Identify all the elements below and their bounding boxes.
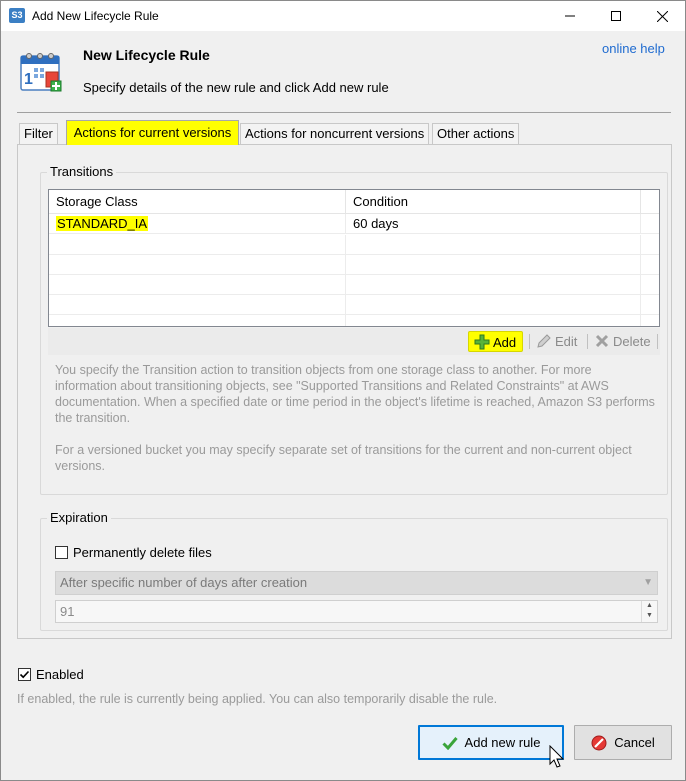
table-row-empty (49, 255, 659, 275)
permanently-delete-checkbox[interactable] (55, 546, 68, 559)
cell-storage-class: STANDARD_IA (49, 214, 346, 234)
transitions-grid: Storage Class Condition STANDARD_IA 60 d… (48, 189, 660, 327)
checkmark-icon (441, 736, 458, 750)
expiration-mode-value: After specific number of days after crea… (60, 575, 308, 590)
tab-other-actions[interactable]: Other actions (432, 123, 520, 145)
table-row-empty (49, 295, 659, 315)
empty-cell (49, 255, 346, 275)
expiration-group-title: Expiration (47, 510, 111, 525)
table-row-empty (49, 315, 659, 326)
permanently-delete-label: Permanently delete files (73, 545, 212, 560)
close-button[interactable] (639, 1, 685, 31)
delete-x-icon (595, 334, 609, 348)
delete-transition-button[interactable]: Delete (589, 331, 657, 352)
tab-filter[interactable]: Filter (19, 123, 58, 145)
table-row[interactable]: STANDARD_IA 60 days (49, 214, 659, 234)
cancel-button[interactable]: Cancel (574, 725, 672, 760)
cancel-icon (591, 735, 607, 750)
empty-cell (346, 255, 641, 275)
empty-cell (49, 275, 346, 295)
plus-icon (474, 334, 490, 350)
maximize-icon (611, 11, 621, 21)
permanently-delete-checkbox-row[interactable]: Permanently delete files (55, 545, 212, 560)
toolbar-separator (529, 334, 530, 349)
enabled-label: Enabled (36, 667, 84, 682)
header-subtitle: Specify details of the new rule and clic… (83, 80, 389, 95)
close-icon (656, 10, 668, 22)
expiration-mode-select: After specific number of days after crea… (55, 571, 658, 595)
online-help-link[interactable]: online help (602, 41, 665, 56)
grid-header: Storage Class Condition (49, 190, 659, 214)
column-header-storage-class[interactable]: Storage Class (49, 190, 346, 214)
spin-up-icon: ▲ (646, 602, 653, 609)
transitions-toolbar: Add Edit Delete (48, 328, 660, 355)
empty-cell (49, 315, 346, 326)
checkmark-icon (19, 670, 30, 679)
edit-label: Edit (555, 334, 578, 349)
versioned-bucket-help-text: For a versioned bucket you may specify s… (55, 443, 632, 473)
maximize-button[interactable] (593, 1, 639, 31)
enabled-checkbox[interactable] (18, 668, 31, 681)
app-icon: S3 (9, 8, 25, 23)
tab-actions-current-versions[interactable]: Actions for current versions (66, 120, 239, 145)
cancel-label: Cancel (614, 735, 655, 750)
add-new-rule-button[interactable]: Add new rule (418, 725, 564, 760)
delete-label: Delete (613, 334, 651, 349)
toolbar-separator (657, 334, 658, 349)
title-bar: S3 Add New Lifecycle Rule (1, 1, 685, 31)
empty-cell (49, 235, 346, 255)
header-title: New Lifecycle Rule (83, 47, 210, 63)
table-row-empty (49, 275, 659, 295)
add-transition-button[interactable]: Add (468, 331, 524, 352)
transitions-help-text: You specify the Transition action to tra… (55, 363, 655, 425)
empty-cell (346, 315, 641, 326)
storage-class-value: STANDARD_IA (56, 216, 149, 231)
expiration-days-value: 91 (60, 604, 75, 619)
expiration-days-input: 91 ▲ ▼ (55, 600, 658, 623)
enabled-checkbox-row[interactable]: Enabled (18, 667, 84, 682)
edit-transition-button[interactable]: Edit (531, 331, 583, 352)
window-title: Add New Lifecycle Rule (32, 9, 159, 23)
tab-actions-noncurrent-versions[interactable]: Actions for noncurrent versions (240, 123, 430, 145)
add-new-rule-label: Add new rule (464, 735, 541, 750)
mouse-cursor-icon (549, 745, 565, 768)
add-label: Add (493, 335, 517, 350)
cell-condition: 60 days (346, 214, 641, 234)
header-separator (17, 112, 671, 113)
empty-cell (346, 295, 641, 315)
empty-cell (346, 235, 641, 255)
minimize-icon (565, 15, 575, 17)
chevron-down-icon: ▼ (643, 577, 653, 588)
empty-cell (49, 295, 346, 315)
spin-down-icon: ▼ (646, 612, 653, 619)
svg-text:1: 1 (24, 71, 33, 88)
pencil-icon (537, 334, 551, 348)
minimize-button[interactable] (547, 1, 593, 31)
dialog-window: S3 Add New Lifecycle Rule 1 New Lifecycl… (0, 0, 686, 781)
calendar-icon: 1 (20, 53, 62, 92)
enabled-note: If enabled, the rule is currently being … (17, 692, 498, 706)
column-header-condition[interactable]: Condition (346, 190, 641, 214)
toolbar-separator (587, 334, 588, 349)
empty-cell (346, 275, 641, 295)
transitions-group-title: Transitions (47, 164, 117, 179)
spin-buttons: ▲ ▼ (641, 601, 657, 622)
table-row-empty (49, 235, 659, 255)
